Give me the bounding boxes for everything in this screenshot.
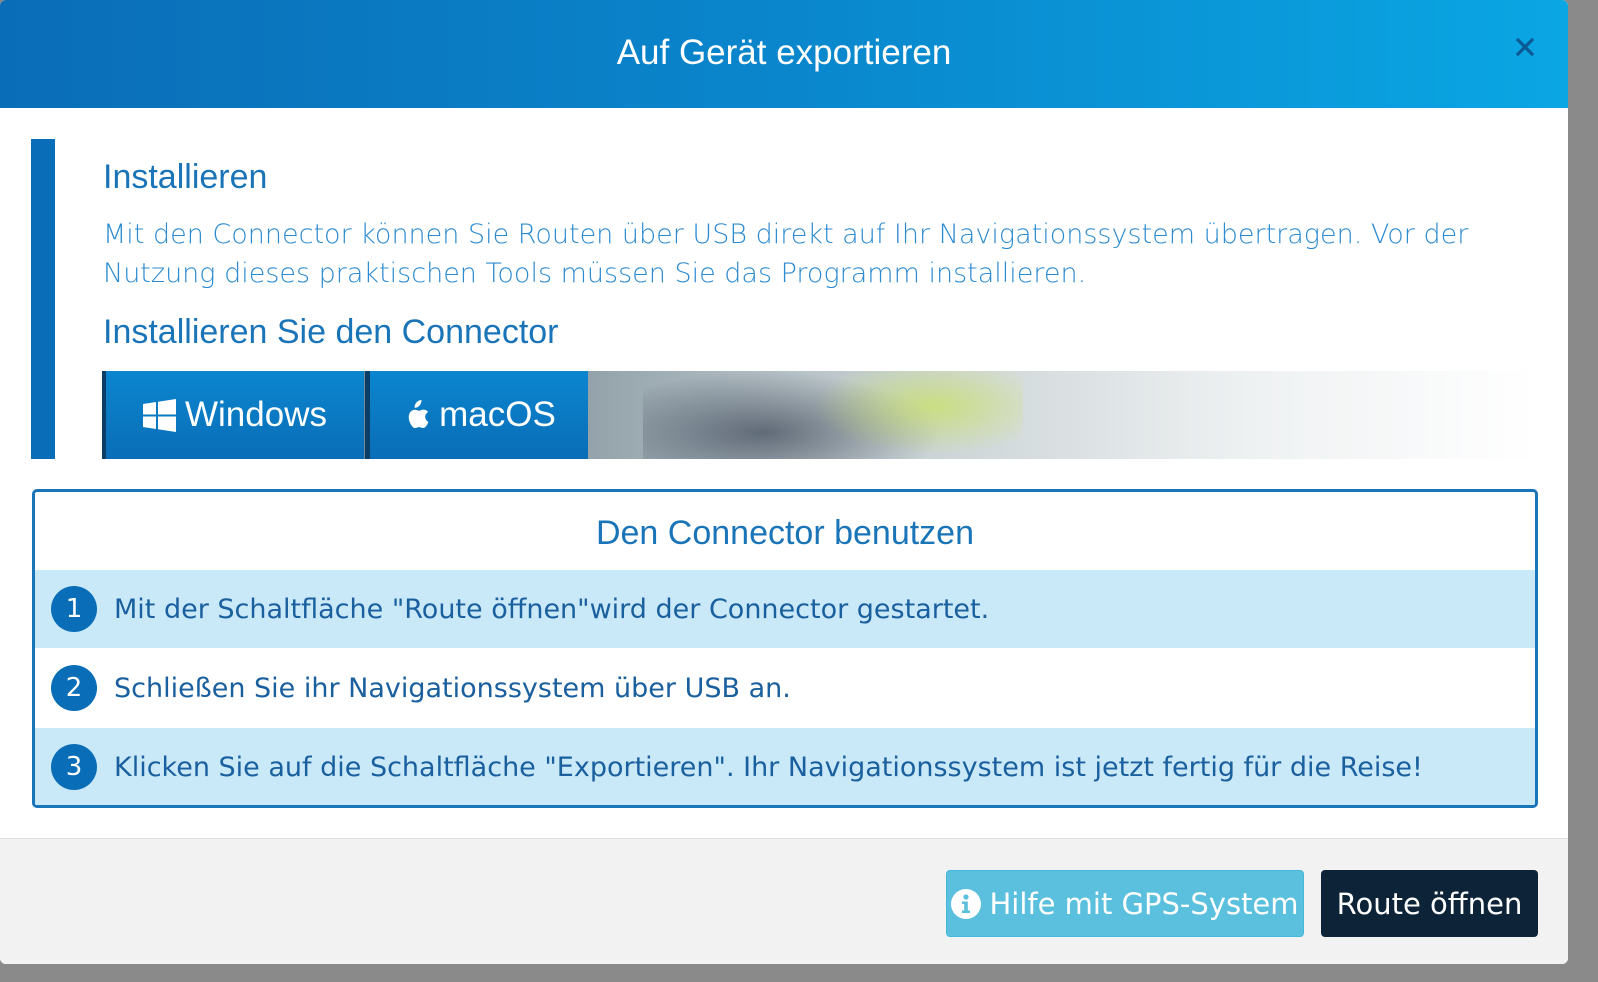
info-icon [951,888,982,919]
step-number-badge: 2 [51,665,97,711]
step-item: 1 Mit der Schaltfläche "Route öffnen"wir… [35,570,1535,648]
dialog-header: Auf Gerät exportieren [0,0,1568,108]
step-text: Klicken Sie auf die Schaltfläche "Export… [114,751,1423,783]
macos-label: macOS [439,395,556,434]
install-accent-bar [31,139,55,459]
step-text: Mit der Schaltfläche "Route öffnen"wird … [114,593,990,625]
step-text: Schließen Sie ihr Navigationssystem über… [114,672,791,704]
step-number-badge: 1 [51,586,97,632]
install-connector-title: Installieren Sie den Connector [103,313,559,351]
open-route-button[interactable]: Route öffnen [1321,870,1538,937]
usage-title: Den Connector benutzen [595,514,975,552]
install-description: Mit den Connector können Sie Routen über… [103,219,1469,289]
gps-help-label: Hilfe mit GPS-System [989,886,1299,921]
install-title: Installieren [103,158,268,196]
connector-usage-panel: Den Connector benutzen 1 Mit der Schaltf… [32,489,1538,808]
dialog-title: Auf Gerät exportieren [616,33,952,72]
step-number-badge: 3 [51,744,97,790]
export-dialog: Auf Gerät exportieren Installieren Mit d… [0,0,1568,964]
windows-icon [143,398,176,432]
close-icon [1515,37,1535,57]
windows-label: Windows [185,395,327,434]
windows-download-button[interactable]: Windows [102,371,364,459]
step-item: 3 Klicken Sie auf die Schaltfläche "Expo… [35,728,1535,805]
apple-icon [408,399,429,428]
banner-highlight [803,371,1023,459]
close-button[interactable] [1508,30,1542,64]
macos-download-button[interactable]: macOS [365,371,588,459]
gps-help-button[interactable]: Hilfe mit GPS-System [946,870,1304,937]
step-item: 2 Schließen Sie ihr Navigationssystem üb… [35,649,1535,727]
